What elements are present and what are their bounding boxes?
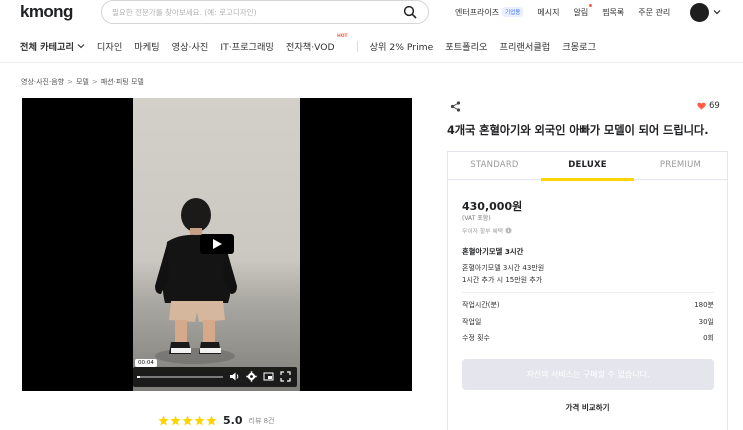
nav-kmong-log[interactable]: 크몽로그: [562, 39, 596, 53]
package-name: 혼혈아기모델 3시간: [462, 247, 524, 256]
volume-icon[interactable]: [229, 371, 240, 382]
breadcrumb-separator: >: [67, 78, 73, 86]
package-tabs: STANDARD DELUXE PREMIUM: [448, 152, 727, 181]
installment-label: 무이자 할부 혜택: [462, 229, 504, 235]
category-nav: 전체 카테고리 디자인 마케팅 영상·사진 IT·프로그래밍 전자책·VOD HO…: [20, 34, 608, 53]
enterprise-badge: 기업용: [502, 7, 524, 17]
vat-note: (VAT 포함): [462, 215, 491, 222]
play-button[interactable]: [200, 234, 234, 254]
all-categories-menu[interactable]: 전체 카테고리: [20, 39, 85, 53]
package-description: 혼혈아기모델 3시간 43만원 1시간 추가 시 15만원 추가: [462, 262, 544, 286]
star-icon: [158, 415, 169, 426]
search-bar[interactable]: [101, 0, 429, 24]
spec-label: 작업시간(분): [462, 301, 500, 309]
spec-row-work-days: 작업일 30일: [462, 317, 714, 327]
category-video-photo[interactable]: 영상·사진: [172, 39, 209, 53]
tab-premium[interactable]: PREMIUM: [634, 160, 727, 170]
review-count[interactable]: 리뷰 8건: [249, 416, 275, 426]
nav-portfolio[interactable]: 포트폴리오: [445, 39, 487, 53]
nav-enterprise-label: 엔터프라이즈: [455, 8, 500, 17]
nav-wishlist[interactable]: 찜목록: [602, 7, 624, 18]
rating-score: 5.0: [223, 414, 243, 427]
nav-notifications-label: 알림: [573, 8, 589, 17]
nav-divider-line: [0, 62, 743, 63]
spec-row-revisions: 수정 횟수 0회: [462, 333, 714, 343]
breadcrumb: 영상·사진·음향 > 모델 > 패션·피팅 모델: [21, 77, 144, 87]
video-controls: [133, 367, 297, 387]
star-icon: [170, 415, 181, 426]
video-progress-fill: [137, 376, 140, 378]
like-button[interactable]: 69: [697, 101, 720, 111]
breadcrumb-separator: >: [91, 78, 98, 86]
all-categories-label: 전체 카테고리: [20, 42, 74, 53]
nav-notifications[interactable]: 알림: [573, 4, 593, 18]
nav-divider: [356, 40, 358, 52]
video-progress-bar[interactable]: [137, 376, 223, 378]
package-desc-line: 1시간 추가 시 15만원 추가: [462, 276, 543, 284]
tab-standard[interactable]: STANDARD: [448, 160, 541, 170]
spec-label: 수정 횟수: [462, 334, 490, 342]
breadcrumb-item[interactable]: 모델: [76, 77, 89, 87]
notification-dot: [589, 4, 593, 7]
fullscreen-icon[interactable]: [280, 371, 291, 382]
nav-messages[interactable]: 메시지: [537, 7, 559, 18]
purchase-button-disabled[interactable]: 자신의 서비스는 구매할 수 없습니다.: [462, 359, 714, 390]
spec-label: 작업일: [462, 318, 482, 326]
avatar[interactable]: [690, 3, 709, 22]
star-icon: [182, 415, 193, 426]
breadcrumb-item[interactable]: 패션·피팅 모델: [101, 77, 144, 87]
category-ebook-vod-label: 전자책·VOD: [285, 42, 335, 53]
rating-summary[interactable]: 5.0 리뷰 8건: [158, 414, 275, 427]
installment-info[interactable]: 무이자 할부 혜택: [462, 226, 512, 235]
play-icon: [213, 239, 222, 249]
share-icon[interactable]: [450, 101, 461, 112]
chevron-down-icon: [77, 44, 85, 49]
tab-deluxe[interactable]: DELUXE: [541, 160, 634, 170]
section-divider: [462, 292, 714, 293]
picture-in-picture-icon[interactable]: [263, 371, 274, 382]
search-icon[interactable]: [403, 5, 417, 19]
time-tooltip: 00:04: [135, 359, 157, 367]
chevron-down-icon[interactable]: [713, 8, 721, 16]
breadcrumb-item[interactable]: 영상·사진·음향: [21, 77, 64, 87]
package-desc-line: 혼혈아기모델 3시간 43만원: [462, 264, 545, 272]
nav-enterprise[interactable]: 엔터프라이즈 기업용: [455, 7, 524, 18]
info-icon[interactable]: [505, 227, 512, 234]
nav-freelancer-club[interactable]: 프리랜서클럽: [500, 39, 551, 53]
star-icon: [206, 415, 217, 426]
star-icon: [194, 415, 205, 426]
category-design[interactable]: 디자인: [97, 39, 122, 53]
spec-row-work-time: 작업시간(분) 180분: [462, 300, 714, 310]
category-it-programming[interactable]: IT·프로그래밍: [220, 39, 274, 53]
hot-badge: HOT: [336, 34, 348, 39]
nav-prime[interactable]: 상위 2% Prime: [370, 39, 434, 53]
spec-value: 30일: [698, 318, 714, 326]
settings-gear-icon[interactable]: [246, 371, 257, 382]
like-count: 69: [709, 101, 720, 111]
top-header: kmong 엔터프라이즈기업용 메시지 알림 찜목록 주문 관리: [0, 0, 743, 26]
nav-orders[interactable]: 주문 관리: [638, 7, 670, 18]
active-tab-indicator: [541, 178, 634, 181]
category-marketing[interactable]: 마케팅: [134, 39, 159, 53]
star-rating: [158, 415, 218, 426]
spec-value: 180분: [694, 301, 714, 309]
video-player[interactable]: 00:04: [22, 98, 412, 391]
top-nav: 엔터프라이즈 기업용 메시지 알림 찜목록 주문 관리: [455, 4, 684, 18]
spec-value: 0회: [703, 334, 714, 342]
package-price: 430,000원: [462, 200, 523, 213]
category-ebook-vod[interactable]: 전자책·VOD HOT: [285, 34, 348, 53]
heart-icon: [697, 102, 706, 110]
search-input[interactable]: [112, 5, 392, 20]
compare-prices-link[interactable]: 가격 비교하기: [448, 402, 727, 413]
package-panel: STANDARD DELUXE PREMIUM 430,000원 (VAT 포함…: [447, 151, 728, 430]
service-title: 4개국 혼혈아기와 외국인 아빠가 모델이 되어 드립니다.: [447, 124, 709, 137]
kmong-logo[interactable]: kmong: [20, 2, 73, 22]
